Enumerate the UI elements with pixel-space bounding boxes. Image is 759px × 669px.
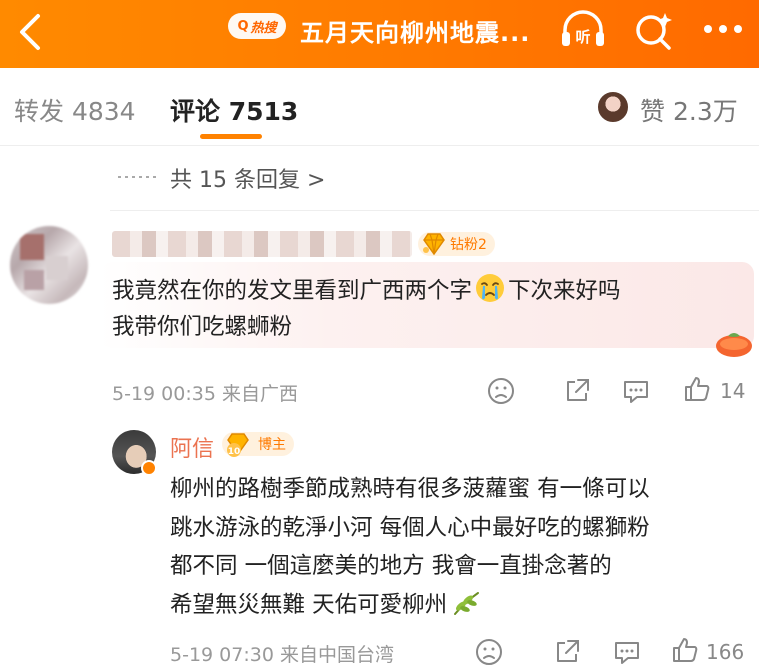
tab-bar: 转发 4834 评论 7513 赞 2.3万 bbox=[0, 68, 759, 148]
search-icon[interactable] bbox=[632, 9, 676, 53]
reply-text-line: 跳水游泳的乾淨小河 每個人心中最好吃的螺獅粉 bbox=[170, 514, 650, 541]
comment-icon[interactable] bbox=[621, 376, 651, 406]
dislike-icon[interactable] bbox=[486, 376, 516, 406]
active-tab-indicator bbox=[200, 134, 262, 139]
divider bbox=[0, 145, 759, 146]
reply-text-line: 希望無災無難 天佑可愛柳州 bbox=[170, 591, 448, 618]
tab-repost[interactable]: 转发 4834 bbox=[14, 92, 136, 128]
comment-text: 我竟然在你的发文里看到广西两个字 下次来好吗 我带你们吃螺蛳粉 bbox=[112, 272, 732, 345]
thumbs-up-icon[interactable] bbox=[670, 635, 700, 665]
hot-search-tag[interactable]: Q 热搜 bbox=[228, 13, 286, 39]
author-badge[interactable]: 10 博主 bbox=[222, 432, 294, 457]
tab-comment[interactable]: 评论 7513 bbox=[170, 92, 298, 128]
comment-meta: 5-19 00:35 来自广西 bbox=[112, 379, 298, 406]
reply-time: 5-19 07:30 bbox=[170, 644, 274, 666]
comment-text-line: 我带你们吃螺蛳粉 bbox=[112, 314, 293, 340]
liker-avatar[interactable] bbox=[596, 90, 630, 124]
reply-author-name[interactable]: 阿信 bbox=[170, 431, 214, 463]
tab-comment-label: 评论 bbox=[170, 97, 221, 126]
crying-emoji-icon bbox=[476, 274, 505, 302]
search-icon: Q bbox=[237, 18, 249, 34]
tab-like[interactable]: 赞 2.3万 bbox=[640, 92, 738, 128]
divider bbox=[110, 210, 759, 211]
comment-text-line: 我竟然在你的发文里看到广西两个字 bbox=[112, 278, 473, 304]
persimmon-sticker-icon bbox=[716, 333, 752, 357]
page-title[interactable]: 五月天向柳州地震... bbox=[300, 13, 530, 48]
thumbs-up-icon[interactable] bbox=[682, 374, 712, 404]
comment-location: 来自广西 bbox=[221, 383, 298, 405]
back-icon[interactable] bbox=[12, 10, 48, 54]
comment-text-line: 下次来好吗 bbox=[508, 278, 621, 304]
author-badge-label: 博主 bbox=[258, 437, 286, 453]
tab-comment-count: 7513 bbox=[228, 97, 299, 126]
commenter-avatar[interactable] bbox=[10, 226, 88, 304]
author-badge-level: 10 bbox=[228, 447, 241, 457]
reply-text: 柳州的路樹季節成熟時有很多菠蘿蜜 有一條可以 跳水游泳的乾淨小河 每個人心中最好… bbox=[170, 470, 750, 624]
fan-badge-label: 钻粉2 bbox=[450, 237, 487, 253]
crown-icon bbox=[423, 233, 445, 256]
share-icon[interactable] bbox=[552, 637, 582, 667]
crown-icon: 10 bbox=[227, 433, 249, 457]
reply-location: 来自中国台湾 bbox=[279, 644, 394, 666]
top-bar: Q 热搜 五月天向柳州地震... 听 bbox=[0, 0, 759, 68]
tab-repost-count: 4834 bbox=[71, 97, 136, 126]
tab-repost-label: 转发 bbox=[14, 97, 65, 126]
tab-like-label: 赞 bbox=[640, 97, 666, 126]
leaf-emoji-icon bbox=[454, 591, 480, 615]
fan-badge[interactable]: 钻粉2 bbox=[418, 232, 495, 256]
verified-badge-icon bbox=[141, 460, 157, 476]
reply-meta: 5-19 07:30 来自中国台湾 bbox=[170, 640, 394, 667]
hot-search-label: 热搜 bbox=[250, 20, 277, 36]
dislike-icon[interactable] bbox=[474, 637, 504, 667]
replies-dots bbox=[118, 176, 158, 178]
reply-text-line: 柳州的路樹季節成熟時有很多菠蘿蜜 有一條可以 bbox=[170, 476, 650, 502]
listen-label: 听 bbox=[575, 28, 590, 46]
comment-like-count: 14 bbox=[720, 379, 746, 403]
view-replies-link[interactable]: 共 15 条回复 > bbox=[170, 162, 325, 194]
more-icon[interactable] bbox=[700, 14, 746, 44]
reply-text-line: 都不同 一個這麼美的地方 我會一直掛念著的 bbox=[170, 553, 612, 579]
comment-icon[interactable] bbox=[612, 637, 642, 667]
listen-icon[interactable]: 听 bbox=[558, 8, 608, 52]
commenter-name-blurred[interactable] bbox=[112, 231, 412, 257]
comment-time: 5-19 00:35 bbox=[112, 383, 216, 405]
reply-like-count: 166 bbox=[706, 640, 745, 664]
share-icon[interactable] bbox=[562, 376, 592, 406]
tab-like-count: 2.3万 bbox=[672, 97, 738, 126]
